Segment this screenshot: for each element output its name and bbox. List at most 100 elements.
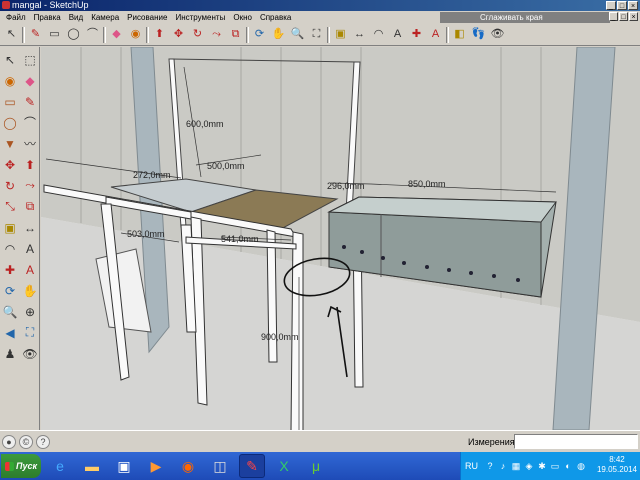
- zoom-window-icon[interactable]: ⊕: [20, 301, 40, 322]
- maximize-button[interactable]: □: [617, 1, 627, 10]
- geolocation-icon[interactable]: ●: [2, 435, 16, 449]
- app-icon[interactable]: ◫: [207, 454, 233, 478]
- zoom-extents-icon[interactable]: ⛶: [20, 322, 40, 343]
- antivirus-icon[interactable]: ◐: [563, 461, 573, 471]
- scale-icon[interactable]: ⤡: [0, 196, 20, 217]
- push-pull-icon[interactable]: ⬆: [20, 154, 40, 175]
- help-icon[interactable]: ?: [36, 435, 50, 449]
- minimize-button[interactable]: _: [606, 1, 616, 10]
- zoom-icon[interactable]: 🔍: [0, 301, 20, 322]
- follow-me-icon[interactable]: ⤳: [20, 175, 40, 196]
- 3d-text-icon[interactable]: A: [20, 259, 40, 280]
- offset-icon[interactable]: ⧉: [20, 196, 40, 217]
- tray-help-icon[interactable]: ?: [485, 461, 495, 471]
- position-camera-icon[interactable]: ♟: [0, 343, 20, 364]
- security-icon[interactable]: ◈: [524, 461, 534, 471]
- circle-icon[interactable]: ◯: [0, 112, 20, 133]
- dimension-icon[interactable]: ↔: [351, 26, 368, 43]
- select-arrow-icon[interactable]: ↖: [0, 49, 20, 70]
- save-icon[interactable]: ▣: [111, 454, 137, 478]
- text-icon[interactable]: A: [389, 26, 406, 43]
- zoom-extents-icon[interactable]: ⛶: [308, 26, 325, 43]
- select-arrow-icon[interactable]: ↖: [3, 26, 20, 43]
- credits-icon[interactable]: ©: [19, 435, 33, 449]
- zoom-icon[interactable]: 🔍: [289, 26, 306, 43]
- look-around-icon[interactable]: 👁: [20, 343, 40, 364]
- offset-icon[interactable]: ⧉: [227, 26, 244, 43]
- dimension-icon[interactable]: ↔: [20, 217, 40, 238]
- clock[interactable]: 8:42 19.05.2014: [597, 455, 637, 475]
- previous-view-icon[interactable]: ◀: [0, 322, 20, 343]
- eraser-icon[interactable]: ◆: [108, 26, 125, 43]
- chat-icon[interactable]: ◍: [576, 461, 586, 471]
- close-button[interactable]: ×: [628, 1, 638, 10]
- help-search-field[interactable]: Сглаживать края: [440, 12, 610, 23]
- move-icon[interactable]: ✥: [0, 154, 20, 175]
- menu-tools[interactable]: Инструменты: [171, 13, 229, 22]
- toolbar-separator: [246, 26, 249, 43]
- excel-icon[interactable]: X: [271, 454, 297, 478]
- menu-edit[interactable]: Правка: [30, 13, 65, 22]
- pan-icon[interactable]: ✋: [20, 280, 40, 301]
- circle-icon[interactable]: ◯: [65, 26, 82, 43]
- dim-850: 850,0mm: [408, 179, 446, 189]
- measurements-label: Измерения: [468, 437, 515, 447]
- paint-bucket-icon[interactable]: ◉: [0, 70, 20, 91]
- rectangle-icon[interactable]: ▭: [0, 91, 20, 112]
- text-icon[interactable]: A: [20, 238, 40, 259]
- measurements-input[interactable]: [514, 434, 638, 449]
- follow-me-icon[interactable]: ⤳: [208, 26, 225, 43]
- ie-icon[interactable]: e: [47, 454, 73, 478]
- walk-icon[interactable]: 👣: [470, 26, 487, 43]
- bluetooth-icon[interactable]: ✱: [537, 461, 547, 471]
- menu-camera[interactable]: Камера: [87, 13, 123, 22]
- doc-close-button[interactable]: ×: [629, 12, 638, 21]
- language-indicator[interactable]: RU: [465, 461, 478, 471]
- tape-measure-icon[interactable]: ▣: [332, 26, 349, 43]
- volume-icon[interactable]: ♪: [498, 461, 508, 471]
- rotate-icon[interactable]: ↻: [189, 26, 206, 43]
- move-icon[interactable]: ✥: [170, 26, 187, 43]
- folder-icon[interactable]: ▬: [79, 454, 105, 478]
- paint-bucket-icon[interactable]: ◉: [127, 26, 144, 43]
- start-label: Пуск: [16, 461, 38, 471]
- look-around-icon[interactable]: 👁: [489, 26, 506, 43]
- start-button[interactable]: Пуск: [1, 454, 41, 478]
- sketchup-icon[interactable]: ✎: [239, 454, 265, 478]
- model-viewport[interactable]: 600,0mm 500,0mm 272,0mm 296,0mm 850,0mm …: [41, 47, 640, 430]
- orbit-icon[interactable]: ⟳: [0, 280, 20, 301]
- orbit-icon[interactable]: ⟳: [251, 26, 268, 43]
- eraser-icon[interactable]: ◆: [20, 70, 40, 91]
- menu-view[interactable]: Вид: [65, 13, 87, 22]
- media-icon[interactable]: ▶: [143, 454, 169, 478]
- section-plane-icon[interactable]: ◧: [451, 26, 468, 43]
- line-icon[interactable]: ✎: [20, 91, 40, 112]
- menu-window[interactable]: Окно: [229, 13, 256, 22]
- utorrent-icon[interactable]: μ: [303, 454, 329, 478]
- arc-icon[interactable]: ⌒: [20, 112, 40, 133]
- component-icon[interactable]: ⬚: [20, 49, 40, 70]
- rectangle-icon[interactable]: ▭: [46, 26, 63, 43]
- pan-icon[interactable]: ✋: [270, 26, 287, 43]
- firefox-icon[interactable]: ◉: [175, 454, 201, 478]
- protractor-icon[interactable]: ◠: [0, 238, 20, 259]
- protractor-icon[interactable]: ◠: [370, 26, 387, 43]
- axes-icon[interactable]: ✚: [408, 26, 425, 43]
- menu-draw[interactable]: Рисование: [123, 13, 171, 22]
- freehand-icon[interactable]: 〰: [20, 133, 40, 154]
- doc-minimize-button[interactable]: _: [609, 12, 618, 21]
- push-pull-icon[interactable]: ⬆: [151, 26, 168, 43]
- arc-icon[interactable]: ⌒: [84, 26, 101, 43]
- tape-measure-icon[interactable]: ▣: [0, 217, 20, 238]
- windows-taskbar: Пуск e ▬ ▣ ▶ ◉ ◫ ✎ X μ RU ? ♪ ▦ ◈ ✱ ▭ ◐ …: [0, 452, 640, 480]
- polygon-icon[interactable]: ▼: [0, 133, 20, 154]
- menu-help[interactable]: Справка: [256, 13, 295, 22]
- menu-file[interactable]: Файл: [2, 13, 30, 22]
- rotate-icon[interactable]: ↻: [0, 175, 20, 196]
- axes-icon[interactable]: ✚: [0, 259, 20, 280]
- 3d-text-icon[interactable]: A: [427, 26, 444, 43]
- pencil-icon[interactable]: ✎: [27, 26, 44, 43]
- network-icon[interactable]: ▦: [511, 461, 521, 471]
- doc-restore-button[interactable]: □: [619, 12, 628, 21]
- battery-icon[interactable]: ▭: [550, 461, 560, 471]
